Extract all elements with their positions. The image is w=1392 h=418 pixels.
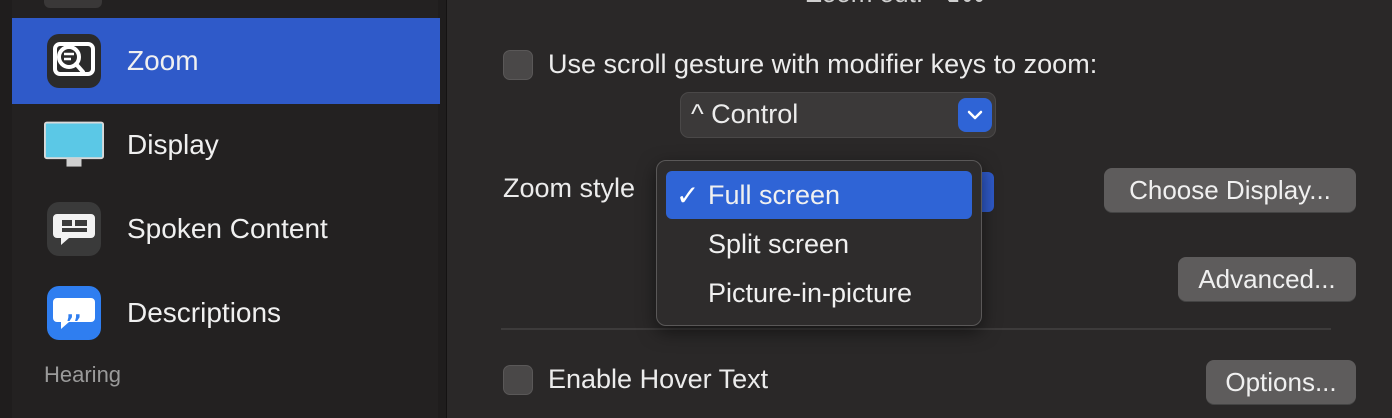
sidebar-item-label: Spoken Content xyxy=(127,213,328,244)
hover-text-label: Enable Hover Text xyxy=(548,364,769,394)
options-button[interactable]: Options... xyxy=(1206,360,1356,404)
zoom-style-label: Zoom style xyxy=(503,173,636,203)
scroll-gesture-label: Use scroll gesture with modifier keys to… xyxy=(548,49,1098,79)
modifier-key-popup[interactable]: ^ Control xyxy=(680,92,996,138)
sidebar-item-zoom[interactable]: Zoom xyxy=(12,18,440,104)
partial-icon xyxy=(44,0,102,8)
sidebar-item-descriptions[interactable]: ,, Descriptions xyxy=(12,270,440,356)
sidebar-item-display[interactable]: Display xyxy=(12,102,440,188)
menu-item-label: Picture-in-picture xyxy=(708,278,913,308)
menu-item-full-screen[interactable]: ✓ Full screen xyxy=(666,171,972,219)
menu-item-split-screen[interactable]: Split screen xyxy=(666,220,972,268)
choose-display-button[interactable]: Choose Display... xyxy=(1104,168,1356,212)
svg-text:,,: ,, xyxy=(66,299,81,323)
advanced-button[interactable]: Advanced... xyxy=(1178,257,1356,301)
display-icon xyxy=(44,115,104,175)
sidebar-item-label: Descriptions xyxy=(127,297,282,328)
sidebar-item-spoken-content[interactable]: Spoken Content xyxy=(12,186,440,272)
sidebar-item-label: Zoom xyxy=(127,45,199,76)
zoom-style-menu: ✓ Full screen Split screen Picture-in-pi… xyxy=(656,160,982,326)
scroll-gesture-checkbox[interactable] xyxy=(503,50,533,80)
zoom-out-shortcut-label: Zoom out: ⌥⌘- xyxy=(806,0,995,9)
modifier-key-value: ^ Control xyxy=(691,99,799,129)
zoom-settings-pane: Zoom out: ⌥⌘- Use scroll gesture with mo… xyxy=(446,0,1392,418)
zoom-style-popup[interactable] xyxy=(980,172,994,212)
menu-item-label: Full screen xyxy=(708,180,841,210)
checkmark-icon: ✓ xyxy=(676,180,700,211)
zoom-icon xyxy=(44,31,104,91)
hover-text-checkbox[interactable] xyxy=(503,365,533,395)
menu-item-picture-in-picture[interactable]: Picture-in-picture xyxy=(666,269,972,317)
descriptions-icon: ,, xyxy=(44,283,104,343)
divider xyxy=(501,328,1331,330)
sidebar-item-label: Display xyxy=(127,129,219,160)
section-header-hearing: Hearing xyxy=(44,362,122,387)
sidebar: Zoom Display Spoken Content ,, Descripti… xyxy=(0,0,447,418)
spoken-content-icon xyxy=(44,199,104,259)
menu-item-label: Split screen xyxy=(708,229,850,259)
popup-chevron-icon xyxy=(958,98,992,132)
